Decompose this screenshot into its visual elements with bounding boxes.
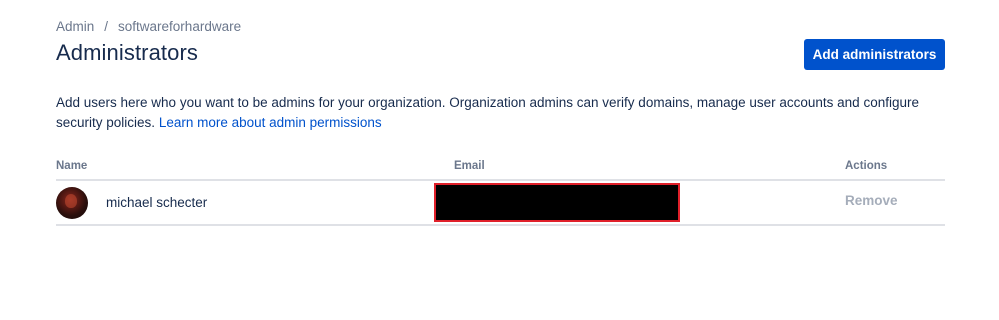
email-redacted-block <box>434 183 680 222</box>
table-row: michael schecter Remove <box>56 181 945 226</box>
administrators-table: Name Email Actions michael schecter Remo… <box>56 158 945 226</box>
column-header-email[interactable]: Email <box>454 160 485 172</box>
add-administrators-button[interactable]: Add administrators <box>804 39 945 70</box>
breadcrumb-separator: / <box>104 19 109 34</box>
page-title: Administrators <box>56 40 198 65</box>
breadcrumb: Admin / softwareforhardware <box>56 19 241 34</box>
user-name: michael schecter <box>106 195 208 210</box>
admin-page: Admin / softwareforhardware Administrato… <box>0 0 999 320</box>
breadcrumb-item-admin[interactable]: Admin <box>56 19 94 34</box>
remove-button[interactable]: Remove <box>845 193 898 208</box>
table-header: Name Email Actions <box>56 158 945 181</box>
avatar <box>56 187 88 219</box>
page-description: Add users here who you want to be admins… <box>56 93 936 133</box>
admin-permissions-link[interactable]: Learn more about admin permissions <box>159 115 382 130</box>
breadcrumb-item-organization[interactable]: softwareforhardware <box>118 19 241 34</box>
column-header-name[interactable]: Name <box>56 160 87 172</box>
column-header-actions: Actions <box>845 160 888 172</box>
